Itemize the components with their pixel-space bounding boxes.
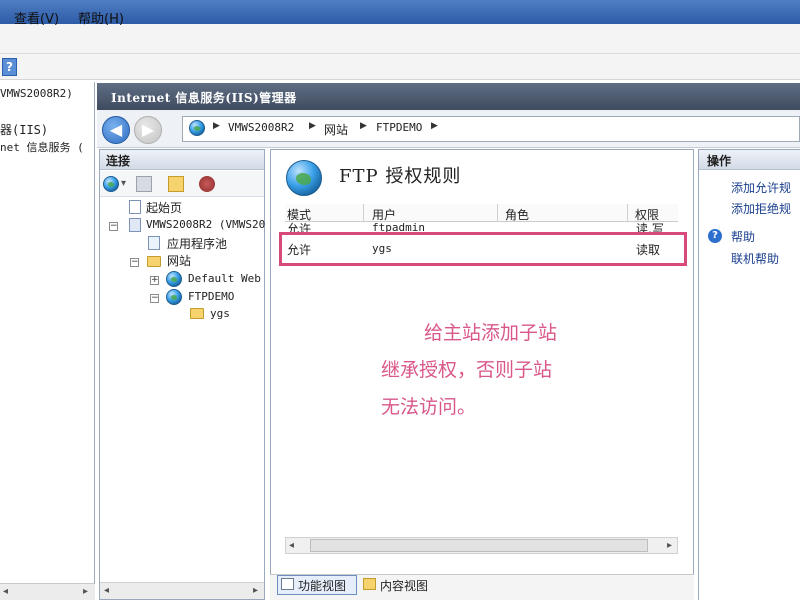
breadcrumb-separator-icon[interactable]: ▶ — [309, 121, 316, 131]
help-icon: ? — [708, 229, 722, 243]
tree-item-default-site[interactable]: Default Web — [188, 272, 261, 285]
breadcrumb-server[interactable]: VMWS2008R2 — [228, 121, 294, 134]
grid-header — [285, 204, 678, 222]
connections-horizontal-scrollbar[interactable] — [100, 582, 264, 599]
help-link[interactable]: 帮助 — [731, 228, 755, 245]
tree-item-server[interactable]: VMWS2008R2 (VMWS20 — [146, 218, 265, 231]
tree-item-subsite[interactable]: ygs — [210, 307, 230, 320]
ftp-authorization-icon — [286, 160, 322, 196]
server-icon — [129, 218, 141, 232]
disconnect-icon[interactable] — [199, 176, 215, 192]
breadcrumb-separator-icon[interactable]: ▶ — [213, 121, 220, 131]
content-view-icon — [363, 578, 376, 590]
column-user[interactable]: 用户 — [372, 206, 396, 223]
expand-icon[interactable]: + — [150, 276, 159, 285]
column-separator[interactable] — [363, 204, 364, 222]
help-icon[interactable]: ? — [2, 58, 17, 76]
app-pool-icon — [148, 236, 160, 250]
connect-icon[interactable] — [103, 176, 119, 192]
outer-tree-pane — [0, 82, 95, 600]
breadcrumb-site[interactable]: FTPDEMO — [376, 121, 422, 134]
globe-icon — [166, 271, 182, 287]
scroll-right-icon[interactable]: ▸ — [253, 585, 258, 596]
outer-tree-item[interactable]: VMWS2008R2) — [0, 87, 73, 100]
features-view-label[interactable]: 功能视图 — [298, 577, 346, 594]
breadcrumb-separator-icon[interactable]: ▶ — [431, 121, 438, 131]
globe-icon — [166, 289, 182, 305]
column-separator[interactable] — [497, 204, 498, 222]
scrollbar-thumb[interactable] — [310, 539, 648, 552]
highlight-box — [279, 232, 687, 266]
content-view-tab[interactable]: 内容视图 — [380, 577, 428, 594]
scroll-right-icon[interactable]: ▸ — [83, 586, 88, 597]
connections-title: 连接 — [100, 150, 264, 170]
scroll-left-icon[interactable]: ◂ — [3, 586, 8, 597]
tree-item-start-page[interactable]: 起始页 — [146, 199, 182, 216]
menu-help[interactable]: 帮助(H) — [78, 8, 124, 27]
outer-tree-item[interactable]: net 信息服务 ( — [0, 139, 84, 155]
column-separator[interactable] — [627, 204, 628, 222]
tree-item-sites[interactable]: 网站 — [167, 252, 191, 269]
annotation-line: 继承授权，否则子站 — [381, 359, 553, 381]
collapse-icon[interactable]: − — [109, 222, 118, 231]
chevron-down-icon[interactable]: ▾ — [121, 178, 126, 189]
toolbar — [0, 54, 800, 80]
folder-icon[interactable] — [168, 176, 184, 192]
column-role[interactable]: 角色 — [505, 206, 529, 223]
collapse-icon[interactable]: − — [130, 258, 139, 267]
online-help-link[interactable]: 联机帮助 — [731, 250, 779, 267]
features-view-icon — [281, 578, 294, 590]
outer-horizontal-scrollbar[interactable] — [0, 583, 95, 600]
breadcrumb-sites[interactable]: 网站 — [324, 121, 348, 138]
add-deny-rule-link[interactable]: 添加拒绝规 — [731, 200, 791, 217]
iis-manager-title: Internet 信息服务(IIS)管理器 — [97, 83, 800, 110]
scroll-left-icon[interactable]: ◂ — [289, 540, 294, 551]
menu-view[interactable]: 查看(V) — [14, 8, 59, 27]
back-button[interactable]: ◀ — [102, 116, 130, 144]
folder-icon — [190, 308, 204, 319]
start-page-icon — [129, 200, 141, 214]
scroll-right-icon[interactable]: ▸ — [667, 540, 672, 551]
save-icon[interactable] — [136, 176, 152, 192]
connections-panel — [99, 149, 265, 600]
collapse-icon[interactable]: − — [150, 294, 159, 303]
breadcrumb-separator-icon[interactable]: ▶ — [360, 121, 367, 131]
column-permission[interactable]: 权限 — [635, 206, 659, 223]
page-title: FTP 授权规则 — [339, 166, 462, 187]
sites-folder-icon — [147, 256, 161, 267]
menu-bar — [0, 24, 800, 54]
outer-tree-item[interactable]: 器(IIS) — [0, 121, 48, 138]
actions-title: 操作 — [699, 150, 800, 170]
forward-button[interactable]: ▶ — [134, 116, 162, 144]
column-mode[interactable]: 模式 — [287, 206, 311, 223]
tree-item-app-pools[interactable]: 应用程序池 — [167, 235, 227, 252]
tree-item-ftp-site[interactable]: FTPDEMO — [188, 290, 234, 303]
scroll-left-icon[interactable]: ◂ — [104, 585, 109, 596]
annotation-line: 无法访问。 — [381, 396, 477, 418]
add-allow-rule-link[interactable]: 添加允许规 — [731, 179, 791, 196]
globe-icon — [189, 120, 205, 136]
annotation-line: 给主站添加子站 — [424, 322, 558, 344]
